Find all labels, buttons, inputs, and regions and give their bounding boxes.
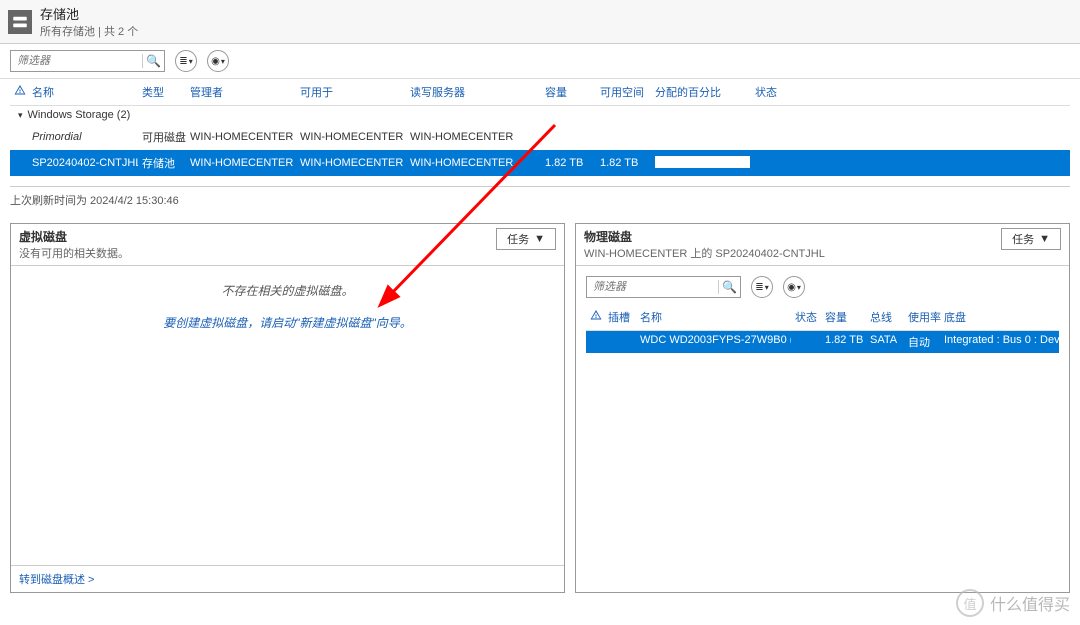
- pd-col-status[interactable]: 状态: [791, 304, 821, 330]
- cell-rw: WIN-HOMECENTER: [406, 128, 541, 146]
- group-row[interactable]: ▾ Windows Storage (2): [10, 106, 1070, 124]
- pd-col-usage[interactable]: 使用率: [904, 304, 940, 330]
- page-header: 存储池 所有存储池 | 共 2 个: [0, 0, 1080, 44]
- cell-type: 存储池: [138, 152, 186, 174]
- cell-name: Primordial: [28, 128, 138, 146]
- pd-table-header: 插槽 名称 状态 容量 总线 使用率 底盘: [586, 304, 1059, 331]
- pd-cell-usage: 自动: [904, 331, 940, 353]
- chevron-down-icon: ▼: [1039, 233, 1050, 245]
- col-rw-server[interactable]: 读写服务器: [406, 79, 541, 105]
- vd-create-link[interactable]: 要创建虚拟磁盘，请启动"新建虚拟磁盘"向导。: [21, 314, 554, 331]
- pd-filter-input[interactable]: [587, 279, 718, 295]
- collapse-icon[interactable]: ▾: [18, 110, 23, 121]
- top-toolbar: 🔍 ≣▾ ◉▾: [0, 44, 1080, 79]
- vd-no-data-msg: 不存在相关的虚拟磁盘。: [21, 282, 554, 299]
- last-refresh-text: 上次刷新时间为 2024/4/2 15:30:46: [10, 186, 1070, 213]
- search-icon[interactable]: 🔍: [142, 54, 164, 68]
- pd-save-view-button[interactable]: ◉▾: [783, 276, 805, 298]
- table-row[interactable]: Primordial 可用磁盘 WIN-HOMECENTER WIN-HOMEC…: [10, 124, 1070, 150]
- pd-subtitle: WIN-HOMECENTER 上的 SP20240402-CNTJHL: [584, 245, 825, 261]
- cell-usable: WIN-HOMECENTER: [296, 128, 406, 146]
- pd-filter-box[interactable]: 🔍: [586, 276, 741, 298]
- search-icon[interactable]: 🔍: [718, 280, 740, 294]
- cell-pct: [651, 153, 751, 174]
- list-view-button[interactable]: ≣▾: [175, 50, 197, 72]
- vd-subtitle: 没有可用的相关数据。: [19, 245, 129, 261]
- col-name[interactable]: 名称: [28, 79, 138, 105]
- cell-free: 1.82 TB: [596, 154, 651, 172]
- watermark-badge: 值: [956, 589, 984, 617]
- save-view-button[interactable]: ◉▾: [207, 50, 229, 72]
- page-title: 存储池: [40, 4, 138, 23]
- group-label: Windows Storage (2): [28, 109, 131, 121]
- watermark: 值 什么值得买: [956, 589, 1070, 617]
- cell-name: SP20240402-CNTJHL: [28, 154, 138, 172]
- pd-cell-chassis: Integrated : Bus 0 : Device 31 : Functio…: [940, 331, 1059, 353]
- cell-capacity: 1.82 TB: [541, 154, 596, 172]
- pd-col-name[interactable]: 名称: [636, 304, 791, 330]
- pd-col-slot[interactable]: 插槽: [604, 304, 636, 330]
- virtual-disks-panel: 虚拟磁盘 没有可用的相关数据。 任务 ▼ 不存在相关的虚拟磁盘。 要创建虚拟磁盘…: [10, 223, 565, 593]
- col-warn[interactable]: [10, 79, 28, 105]
- col-capacity[interactable]: 容量: [541, 79, 596, 105]
- physical-disks-panel: 物理磁盘 WIN-HOMECENTER 上的 SP20240402-CNTJHL…: [575, 223, 1070, 593]
- chevron-down-icon: ▼: [534, 233, 545, 245]
- pd-cell-capacity: 1.82 TB: [821, 331, 866, 353]
- page-subtitle: 所有存储池 | 共 2 个: [40, 23, 138, 39]
- cell-usable: WIN-HOMECENTER: [296, 154, 406, 172]
- pd-table-row[interactable]: WDC WD2003FYPS-27W9B0 (... 1.82 TB SATA …: [586, 331, 1059, 353]
- cell-manager: WIN-HOMECENTER: [186, 128, 296, 146]
- table-header: 名称 类型 管理者 可用于 读写服务器 容量 可用空间 分配的百分比 状态: [10, 79, 1070, 106]
- filter-input[interactable]: [11, 53, 142, 69]
- storage-pools-table: 名称 类型 管理者 可用于 读写服务器 容量 可用空间 分配的百分比 状态 ▾ …: [0, 79, 1080, 176]
- filter-box[interactable]: 🔍: [10, 50, 165, 72]
- vd-title: 虚拟磁盘: [19, 228, 129, 245]
- table-row-selected[interactable]: SP20240402-CNTJHL 存储池 WIN-HOMECENTER WIN…: [10, 150, 1070, 176]
- pd-cell-name: WDC WD2003FYPS-27W9B0 (...: [636, 331, 791, 353]
- col-allocated-pct[interactable]: 分配的百分比: [651, 79, 751, 105]
- detail-panels: 虚拟磁盘 没有可用的相关数据。 任务 ▼ 不存在相关的虚拟磁盘。 要创建虚拟磁盘…: [0, 213, 1080, 603]
- pd-list-view-button[interactable]: ≣▾: [751, 276, 773, 298]
- pd-col-bus[interactable]: 总线: [866, 304, 904, 330]
- cell-type: 可用磁盘: [138, 126, 186, 148]
- pd-tasks-button[interactable]: 任务 ▼: [1001, 228, 1061, 250]
- vd-tasks-button[interactable]: 任务 ▼: [496, 228, 556, 250]
- pd-col-capacity[interactable]: 容量: [821, 304, 866, 330]
- pd-col-chassis[interactable]: 底盘: [940, 304, 1059, 330]
- pd-title: 物理磁盘: [584, 228, 825, 245]
- storage-pool-icon: [8, 10, 32, 34]
- cell-manager: WIN-HOMECENTER: [186, 154, 296, 172]
- pd-col-warn[interactable]: [586, 304, 604, 330]
- col-usable-for[interactable]: 可用于: [296, 79, 406, 105]
- col-free-space[interactable]: 可用空间: [596, 79, 651, 105]
- cell-rw: WIN-HOMECENTER: [406, 154, 541, 172]
- pd-cell-bus: SATA: [866, 331, 904, 353]
- watermark-text: 什么值得买: [990, 591, 1070, 615]
- col-type[interactable]: 类型: [138, 79, 186, 105]
- col-manager[interactable]: 管理者: [186, 79, 296, 105]
- col-status[interactable]: 状态: [751, 79, 811, 105]
- vd-footer-link[interactable]: 转到磁盘概述 >: [19, 574, 94, 586]
